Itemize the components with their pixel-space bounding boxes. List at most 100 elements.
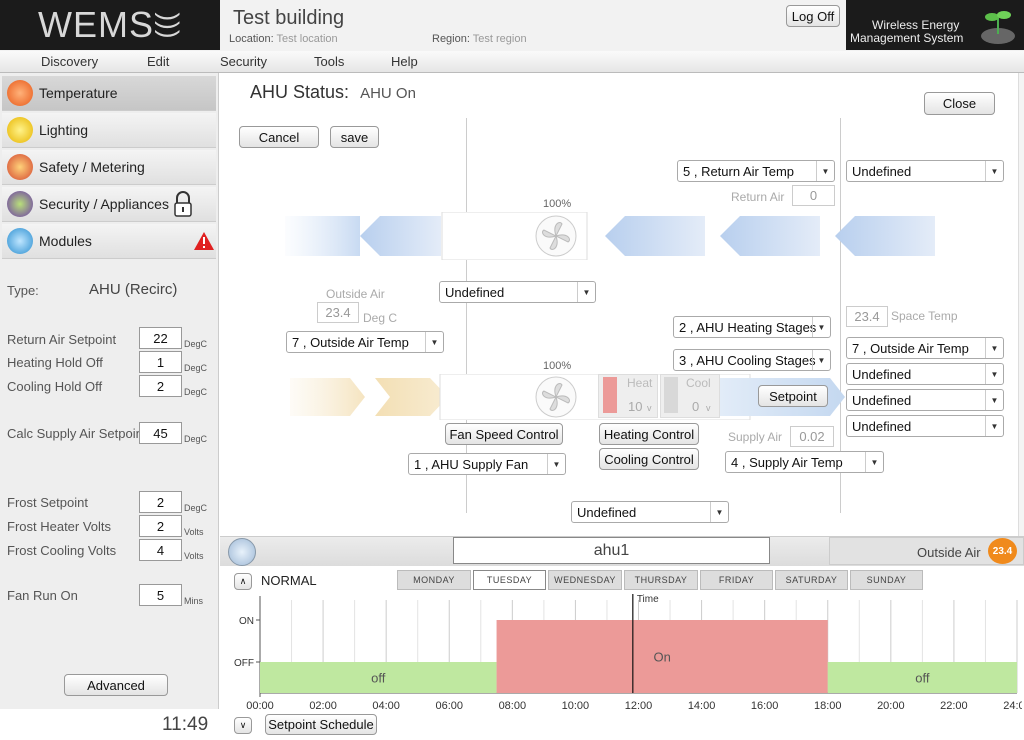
day-tab-monday[interactable]: MONDAY xyxy=(397,570,471,590)
thermometer-icon xyxy=(7,80,33,106)
outside-air-select[interactable]: 7 , Outside Air Temp ▼ xyxy=(286,331,444,353)
collapse-down-button[interactable]: ∨ xyxy=(234,717,252,734)
cooling-control-button[interactable]: Cooling Control xyxy=(599,448,699,470)
setpoint-button[interactable]: Setpoint xyxy=(758,385,828,407)
menu-security[interactable]: Security xyxy=(220,54,267,69)
wifi-icon: ))) xyxy=(154,12,185,38)
return-air-select[interactable]: 5 , Return Air Temp ▼ xyxy=(677,160,835,182)
fan-speed-control-button[interactable]: Fan Speed Control xyxy=(445,423,563,445)
menu-tools[interactable]: Tools xyxy=(314,54,344,69)
heat-unit: v xyxy=(647,403,652,413)
supply-air-select[interactable]: 4 , Supply Air Temp ▼ xyxy=(725,451,884,473)
alert-triangle-icon xyxy=(193,231,215,251)
supply-air-value: 0.02 xyxy=(790,426,834,447)
right-scroll-edge xyxy=(1018,73,1024,538)
day-tab-sunday[interactable]: SUNDAY xyxy=(850,570,923,590)
heating-stages-select[interactable]: 2 , AHU Heating Stages ▼ xyxy=(673,316,831,338)
location-label: Location: xyxy=(229,33,274,45)
fan-run-on-field[interactable]: 5 xyxy=(139,584,182,606)
day-tab-friday[interactable]: FRIDAY xyxy=(700,570,773,590)
schedule-outside-air-value: 23.4 xyxy=(988,538,1017,564)
day-tab-wednesday[interactable]: WEDNESDAY xyxy=(548,570,622,590)
supply-fan-select[interactable]: 1 , AHU Supply Fan ▼ xyxy=(408,453,566,475)
close-button[interactable]: Close xyxy=(924,92,995,115)
region-label: Region: xyxy=(432,33,470,45)
menu-edit[interactable]: Edit xyxy=(147,54,169,69)
brand-line-2: Management System xyxy=(850,31,964,45)
chevron-down-icon: ∨ xyxy=(239,720,247,730)
menu-help[interactable]: Help xyxy=(391,54,418,69)
x-tick-label: 12:00 xyxy=(625,700,653,712)
logo-text: WEMS xyxy=(38,4,154,45)
sidebar-item-security-appliances[interactable]: Security / Appliances xyxy=(2,187,216,222)
frost-cooling-volts-field[interactable]: 4 xyxy=(139,539,182,561)
appliance-icon xyxy=(7,191,33,217)
region-value: Test region xyxy=(472,33,527,45)
outside-air-value: 23.4 xyxy=(317,302,359,323)
collapse-up-button[interactable]: ∧ xyxy=(234,573,252,590)
sidebar-item-label: Temperature xyxy=(39,85,118,101)
setpoint-schedule-button[interactable]: Setpoint Schedule xyxy=(265,714,377,735)
menu-discovery[interactable]: Discovery xyxy=(41,54,98,69)
top-right-select[interactable]: Undefined ▼ xyxy=(846,160,1004,182)
x-tick-label: 02:00 xyxy=(309,700,337,712)
schedule-device-icon[interactable] xyxy=(228,538,256,566)
frost-setpoint-field[interactable]: 2 xyxy=(139,491,182,513)
right-select-4[interactable]: Undefined ▼ xyxy=(846,415,1004,437)
globe-plant-icon xyxy=(978,4,1018,46)
y-tick-label: ON xyxy=(239,616,254,627)
heat-bar xyxy=(603,377,617,413)
log-off-button[interactable]: Log Off xyxy=(786,5,840,27)
bottom-undefined-select[interactable]: Undefined ▼ xyxy=(571,501,729,523)
frost-heater-volts-field[interactable]: 2 xyxy=(139,515,182,537)
space-temp-label: Space Temp xyxy=(891,309,958,323)
sidebar-item-safety-metering[interactable]: Safety / Metering xyxy=(2,150,216,185)
heating-control-button[interactable]: Heating Control xyxy=(599,423,699,445)
schedule-mode: NORMAL xyxy=(261,573,317,588)
return-air-setpoint-label: Return Air Setpoint xyxy=(7,332,117,347)
return-air-setpoint-field[interactable]: 22 xyxy=(139,327,182,349)
schedule-chart[interactable]: off On off ON OFF 00:00 02:00 04:00 06:00 08:00 10… xyxy=(222,590,1022,712)
heating-hold-off-label: Heating Hold Off xyxy=(7,355,103,370)
right-select-3[interactable]: Undefined ▼ xyxy=(846,389,1004,411)
save-button[interactable]: save xyxy=(330,126,379,148)
mid-undefined-select[interactable]: Undefined ▼ xyxy=(439,281,596,303)
sidebar-item-temperature[interactable]: Temperature xyxy=(2,76,216,111)
cooling-hold-off-label: Cooling Hold Off xyxy=(7,379,103,394)
sidebar-item-label: Modules xyxy=(39,233,92,249)
x-tick-label: 24:00 xyxy=(1003,700,1022,712)
outside-air-unit: Deg C xyxy=(363,311,398,325)
schedule-outside-air-label: Outside Air xyxy=(917,545,981,560)
frost-cooling-volts-label: Frost Cooling Volts xyxy=(7,543,117,558)
day-tab-saturday[interactable]: SATURDAY xyxy=(775,570,848,590)
x-tick-label: 22:00 xyxy=(940,700,968,712)
day-tab-tuesday[interactable]: TUESDAY xyxy=(473,570,546,590)
calc-supply-air-setpoint-unit: DegC xyxy=(184,434,208,444)
right-select-2[interactable]: Undefined ▼ xyxy=(846,363,1004,385)
segment-label-1: On xyxy=(653,650,670,665)
supply-air-label: Supply Air xyxy=(728,430,783,444)
time-marker-label: Time xyxy=(637,594,659,605)
day-tab-thursday[interactable]: THURSDAY xyxy=(624,570,698,590)
advanced-button[interactable]: Advanced xyxy=(64,674,168,696)
calc-supply-air-setpoint-field[interactable]: 45 xyxy=(139,422,182,444)
cool-value: 0 xyxy=(692,399,700,414)
cooling-stages-select[interactable]: 3 , AHU Cooling Stages ▼ xyxy=(673,349,831,371)
x-tick-label: 16:00 xyxy=(751,700,779,712)
x-tick-label: 10:00 xyxy=(562,700,590,712)
cancel-button[interactable]: Cancel xyxy=(239,126,319,148)
sidebar-item-modules[interactable]: Modules xyxy=(2,224,216,259)
heating-hold-off-field[interactable]: 1 xyxy=(139,351,182,373)
fan-run-on-unit: Mins xyxy=(184,596,204,606)
brand-panel: Wireless Energy Management System xyxy=(846,0,1024,50)
cooling-hold-off-field[interactable]: 2 xyxy=(139,375,182,397)
ahu-status-value: AHU On xyxy=(360,85,416,102)
sidebar-item-lighting[interactable]: Lighting xyxy=(2,113,216,148)
return-air-label: Return Air xyxy=(731,190,785,204)
y-tick-label: OFF xyxy=(234,658,254,669)
location-value: Test location xyxy=(276,33,338,45)
schedule-name-field[interactable]: ahu1 xyxy=(453,537,770,564)
ahu-status-label: AHU Status: xyxy=(250,82,350,102)
right-select-outside-air[interactable]: 7 , Outside Air Temp ▼ xyxy=(846,337,1004,359)
heat-label: Heat xyxy=(627,376,653,390)
